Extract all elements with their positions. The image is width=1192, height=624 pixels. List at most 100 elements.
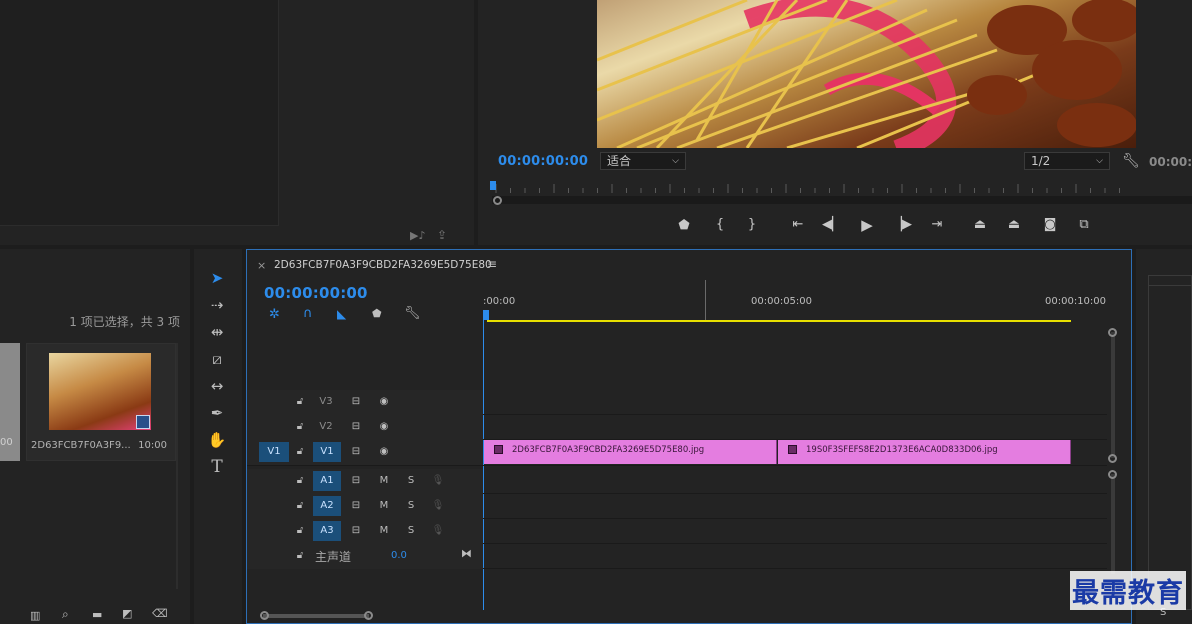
program-zoom-handle[interactable] — [493, 196, 502, 205]
timeline-clip-2[interactable]: 19S0F3SFEFS8E2D1373E6ACA0D833D06.jpg — [778, 440, 1071, 464]
program-time-ruler[interactable] — [492, 182, 1192, 194]
step-back-icon[interactable]: ◀▏ — [820, 217, 844, 232]
snap-icon[interactable]: ✲ — [269, 307, 280, 322]
solo-button[interactable]: S — [402, 472, 420, 490]
track-a1-label[interactable]: A1 — [313, 471, 341, 491]
sync-lock-icon[interactable]: ⊟ — [347, 472, 365, 490]
lock-icon[interactable]: 🔓︎ — [291, 443, 309, 461]
video-scroll-handle-bottom[interactable] — [1108, 454, 1117, 463]
step-forward-icon[interactable]: ▕▶ — [890, 217, 914, 232]
sync-lock-icon[interactable]: ⊟ — [347, 393, 365, 411]
selection-tool-icon[interactable]: ➤ — [204, 267, 230, 289]
project-item-card[interactable]: 2D63FCB7F0A3F9... 10:00 — [26, 343, 176, 461]
hand-tool-icon[interactable]: ✋ — [204, 429, 230, 451]
track-select-tool-icon[interactable]: ⇢ — [204, 294, 230, 316]
eye-icon[interactable]: ◉ — [375, 443, 393, 461]
solo-button[interactable]: S — [402, 497, 420, 515]
list-view-icon[interactable]: ▥ — [30, 609, 40, 622]
skewer-photo-drawing — [597, 0, 1136, 148]
new-item-icon[interactable]: ◩ — [122, 607, 132, 620]
horizontal-scroll-handle-right[interactable] — [364, 611, 373, 620]
audio-scroll-handle-top[interactable] — [1108, 470, 1117, 479]
timeline-clip-1[interactable]: 2D63FCB7F0A3F9CBD2FA3269E5D75E80.jpg — [484, 440, 777, 464]
play-icon[interactable]: ▶ — [855, 216, 879, 234]
master-volume-value[interactable]: 0.0 — [391, 550, 407, 561]
settings-wrench-icon[interactable]: 🔧︎ — [1122, 153, 1140, 169]
lock-icon[interactable]: 🔓︎ — [291, 497, 309, 515]
extract-icon[interactable]: ⏏ — [1002, 217, 1026, 232]
timeline-playhead-head[interactable] — [483, 310, 489, 320]
type-tool-icon[interactable]: T — [204, 456, 230, 478]
lift-icon[interactable]: ⏏ — [968, 217, 992, 232]
track-a3-label[interactable]: A3 — [313, 521, 341, 541]
razor-tool-icon[interactable]: ⧄ — [204, 348, 230, 370]
lock-icon[interactable]: 🔓︎ — [291, 522, 309, 540]
fit-dropdown[interactable]: 适合 ⌵ — [600, 152, 686, 170]
lock-icon[interactable]: 🔓︎ — [291, 393, 309, 411]
eye-icon[interactable]: ◉ — [375, 418, 393, 436]
lock-icon[interactable]: 🔓︎ — [291, 547, 309, 565]
video-vertical-scrollbar[interactable] — [1111, 332, 1115, 458]
trash-icon[interactable]: ⌫ — [152, 607, 168, 620]
track-v2-label[interactable]: V2 — [315, 417, 337, 437]
sync-lock-icon[interactable]: ⊟ — [347, 497, 365, 515]
track-v3-label[interactable]: V3 — [315, 392, 337, 412]
microphone-icon[interactable]: 🎙︎ — [429, 472, 447, 490]
add-marker-icon[interactable]: ⬟ — [672, 218, 696, 233]
marker-icon[interactable]: ⬟ — [372, 307, 382, 320]
search-icon[interactable]: ⌕ — [62, 607, 69, 622]
program-zoom-scrollbar[interactable] — [492, 196, 1192, 204]
mute-button[interactable]: M — [375, 522, 393, 540]
export-frame-icon[interactable]: ◙ — [1038, 217, 1062, 232]
microphone-icon[interactable]: 🎙︎ — [429, 497, 447, 515]
sync-lock-icon[interactable]: ⊟ — [347, 418, 365, 436]
go-to-in-icon[interactable]: ⇤ — [786, 217, 810, 232]
pen-tool-icon[interactable]: ✒ — [204, 402, 230, 424]
track-v3: 🔓︎ V3 ⊟ ◉ — [247, 390, 1107, 415]
mark-out-icon[interactable]: } — [740, 217, 764, 232]
project-scroll-track[interactable] — [176, 343, 178, 589]
lock-icon[interactable]: 🔓︎ — [291, 418, 309, 436]
sync-lock-icon[interactable]: ⊟ — [347, 443, 365, 461]
go-to-out-icon[interactable]: ⇥ — [925, 217, 949, 232]
audio-vertical-scrollbar[interactable] — [1111, 474, 1115, 574]
track-v1-label[interactable]: V1 — [313, 442, 341, 462]
microphone-icon[interactable]: 🎙︎ — [429, 522, 447, 540]
eye-icon[interactable]: ◉ — [375, 393, 393, 411]
timeline-timecode[interactable]: 00:00:00:00 — [264, 284, 368, 302]
panel-menu-icon[interactable]: ≡ — [487, 257, 497, 271]
mark-in-icon[interactable]: { — [708, 217, 732, 232]
program-duration: 00:00:1 — [1149, 155, 1192, 169]
export-frame-icon[interactable]: ⇪ — [437, 228, 447, 242]
sync-lock-icon[interactable]: ⊟ — [347, 522, 365, 540]
track-a2-label[interactable]: A2 — [313, 496, 341, 516]
source-monitor-viewer — [0, 0, 279, 226]
audio-drag-icon[interactable]: ▶♪ — [410, 229, 425, 242]
add-marker-icon[interactable]: ◣ — [337, 307, 346, 321]
new-bin-icon[interactable]: ▬ — [92, 608, 102, 621]
lock-icon[interactable]: 🔓︎ — [291, 472, 309, 490]
sequence-tab-title[interactable]: 2D63FCB7F0A3F9CBD2FA3269E5D75E80 — [274, 259, 492, 271]
compare-icon[interactable]: ⧉ — [1072, 217, 1096, 232]
program-timecode[interactable]: 00:00:00:00 — [498, 154, 588, 169]
work-area-bar[interactable] — [487, 320, 1071, 322]
mute-button[interactable]: M — [375, 472, 393, 490]
ripple-edit-tool-icon[interactable]: ⇹ — [204, 321, 230, 343]
track-a2: 🔓︎ A2 ⊟ M S 🎙︎ — [247, 494, 1107, 519]
video-scroll-handle-top[interactable] — [1108, 328, 1117, 337]
mute-button[interactable]: M — [375, 497, 393, 515]
horizontal-scroll-handle-left[interactable] — [260, 611, 269, 620]
slip-tool-icon[interactable]: ↔ — [204, 375, 230, 397]
resolution-dropdown[interactable]: 1/2 ⌵ — [1024, 152, 1110, 170]
horizontal-zoom-scrollbar[interactable] — [263, 614, 369, 618]
project-item-partial[interactable]: 00 — [0, 343, 20, 461]
timeline-ruler[interactable]: :00:00 00:00:05:00 00:00:10:00 — [483, 280, 1107, 324]
timeline-settings-wrench-icon[interactable]: 🔧︎ — [404, 306, 421, 321]
close-tab-icon[interactable]: × — [257, 259, 266, 272]
program-playhead-marker[interactable] — [490, 181, 496, 190]
go-to-end-icon[interactable]: ⧓ — [461, 547, 472, 560]
solo-button[interactable]: S — [402, 522, 420, 540]
source-patch-v1[interactable]: V1 — [259, 442, 289, 462]
linked-selection-icon[interactable]: ∩ — [303, 306, 313, 321]
ruler-label-5s: 00:00:05:00 — [751, 296, 813, 307]
